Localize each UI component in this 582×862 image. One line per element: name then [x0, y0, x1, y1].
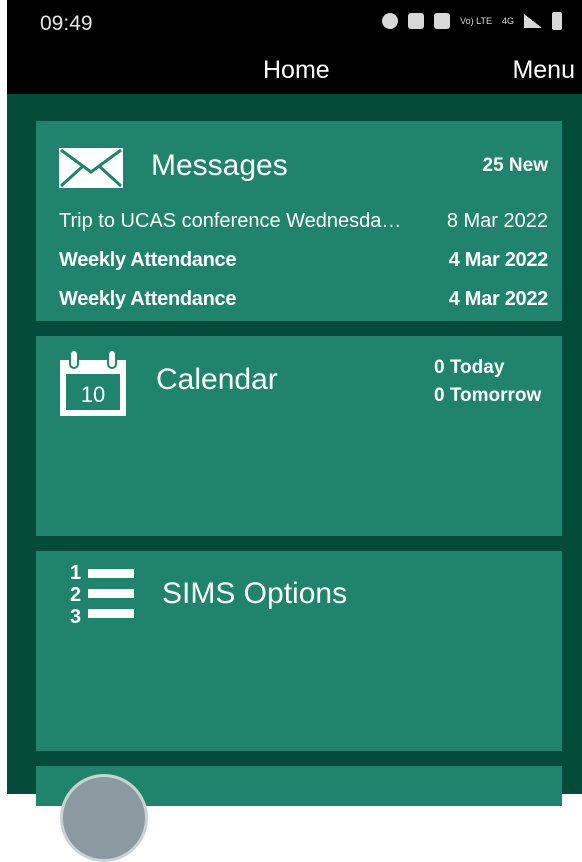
page-title: Home [263, 56, 330, 84]
menu-button[interactable]: Menu [512, 56, 575, 85]
message-subject: Trip to UCAS conference Wednesda… [59, 210, 402, 232]
message-item[interactable]: Trip to UCAS conference Wednesda… 8 Mar … [59, 210, 548, 236]
list-number-2: 2 [70, 584, 81, 606]
envelope-icon [59, 148, 123, 188]
calendar-icon: 10 [60, 350, 126, 416]
message-date: 4 Mar 2022 [448, 288, 549, 310]
list-number-1: 1 [70, 562, 81, 584]
calendar-tomorrow-count: 0 Tomorrow [434, 385, 542, 406]
status-icons: Vo) LTE 4G [382, 12, 562, 30]
calendar-counts: 0 Today 0 Tomorrow [434, 354, 541, 410]
message-item[interactable]: Weekly Attendance 4 Mar 2022 [59, 249, 548, 275]
status-time: 09:49 [40, 12, 93, 35]
messages-title: Messages [151, 149, 288, 182]
message-date: 4 Mar 2022 [448, 249, 549, 271]
network-type-icon: 4G [501, 15, 514, 26]
app-bar: Home Menu [7, 48, 582, 94]
alarm-icon [382, 13, 399, 29]
messages-card[interactable]: Messages 25 New Trip to UCAS conference … [36, 121, 562, 321]
calendar-today-count: 0 Today [434, 357, 505, 378]
signal-icon [524, 14, 542, 28]
volte-icon: Vo) LTE [460, 15, 492, 26]
message-subject: Weekly Attendance [59, 249, 237, 271]
avatar [60, 774, 148, 862]
calendar-icon-day: 10 [81, 382, 105, 407]
dashboard: Messages 25 New Trip to UCAS conference … [7, 94, 582, 862]
nfc-icon [434, 13, 451, 29]
calendar-card[interactable]: 10 Calendar 0 Today 0 Tomorrow [36, 336, 562, 536]
message-date: 8 Mar 2022 [446, 210, 548, 232]
status-bar: 09:49 Vo) LTE 4G [7, 0, 582, 48]
sims-options-title: SIMS Options [162, 577, 348, 610]
message-subject: Weekly Attendance [59, 288, 237, 310]
messages-count-badge: 25 New [482, 155, 548, 176]
calendar-title: Calendar [156, 363, 278, 396]
sims-options-card[interactable]: 1 2 3 SIMS Options [36, 551, 562, 751]
numbered-list-icon: 1 2 3 [70, 562, 134, 625]
battery-icon [552, 12, 562, 30]
profile-card[interactable] [36, 766, 562, 862]
list-number-3: 3 [70, 606, 81, 625]
mute-icon [408, 13, 425, 29]
message-item[interactable]: Weekly Attendance 4 Mar 2022 [59, 288, 548, 314]
